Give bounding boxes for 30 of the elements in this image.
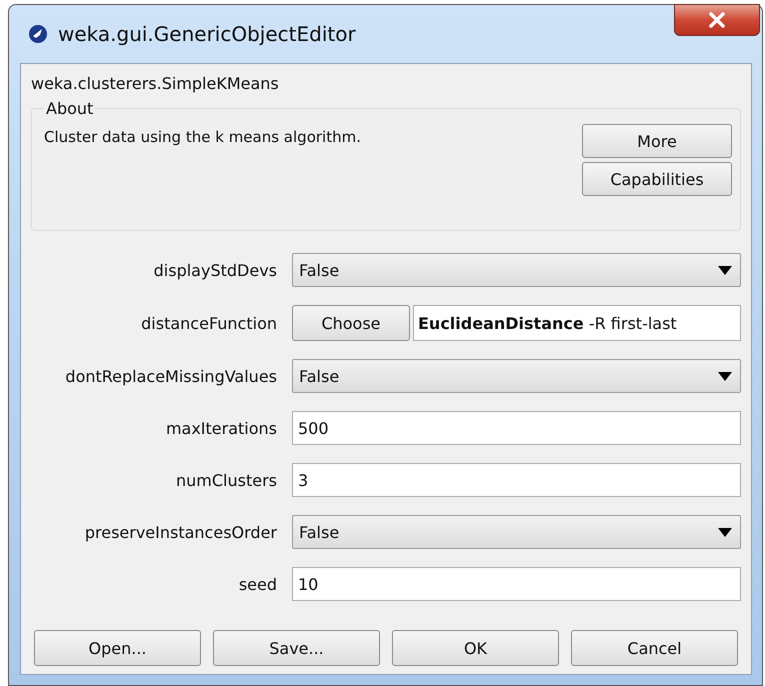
property-label: maxIterations [164, 418, 277, 438]
group-title: About [45, 99, 94, 118]
choose-button[interactable]: Choose [292, 305, 410, 341]
window-title: weka.gui.GenericObjectEditor [58, 22, 356, 46]
dropdown-arrow-icon [718, 372, 732, 380]
property-label: distanceFunction [140, 314, 277, 332]
close-button[interactable] [674, 4, 760, 36]
dialog-button[interactable]: Open... [34, 630, 201, 666]
value-field[interactable]: EuclideanDistance -R first-last [413, 305, 741, 341]
property-label: preserveInstancesOrder [84, 522, 277, 542]
input-field[interactable]: 500 [292, 411, 741, 445]
dialog-button[interactable]: OK [392, 630, 559, 666]
dropdown[interactable]: False [292, 359, 741, 393]
close-icon [708, 12, 726, 28]
dropdown-arrow-icon [718, 266, 732, 274]
class-name: weka.clusterers.SimpleKMeans [31, 73, 280, 95]
property-label: numClusters [175, 470, 277, 490]
input-field[interactable]: 10 [292, 567, 741, 601]
property-label: dontReplaceMissingValues [64, 366, 277, 386]
description-text: Cluster data using the k means algorithm. [44, 128, 361, 148]
dialog-button[interactable]: Save... [213, 630, 380, 666]
about-button[interactable]: Capabilities [582, 162, 732, 196]
property-label: seed [238, 574, 277, 594]
input-field[interactable]: 3 [292, 463, 741, 497]
dropdown[interactable]: False [292, 253, 741, 287]
dropdown[interactable]: False [292, 515, 741, 549]
property-label: displayStdDevs [152, 260, 277, 280]
dialog-button[interactable]: Cancel [571, 630, 738, 666]
about-button[interactable]: More [582, 124, 732, 158]
dropdown-arrow-icon [718, 528, 732, 536]
